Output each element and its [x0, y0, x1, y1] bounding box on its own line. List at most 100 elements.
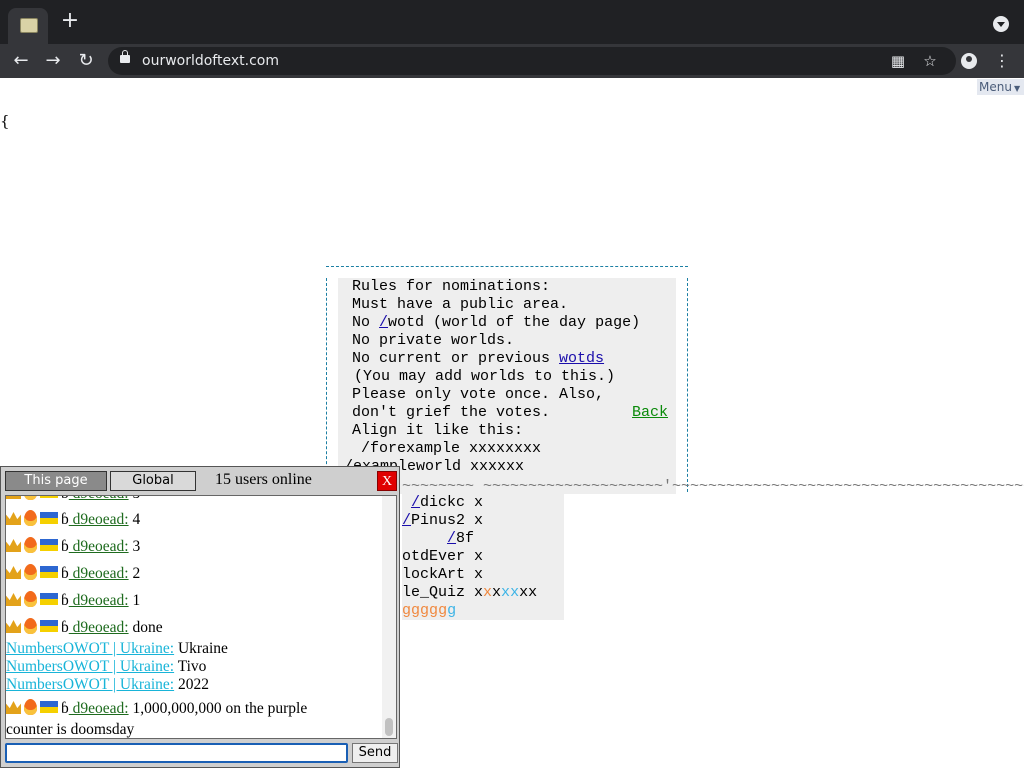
chat-text: Ukraine	[174, 640, 228, 657]
close-chat-button[interactable]: X	[377, 471, 397, 491]
scrollbar-thumb[interactable]	[385, 718, 393, 736]
board-top-border	[326, 266, 688, 268]
fire-icon	[24, 564, 37, 580]
entry-text: Pinus2 x	[411, 512, 484, 529]
chat-scrollbar[interactable]	[382, 496, 396, 738]
brace-character: {	[0, 112, 10, 130]
tab-search-icon[interactable]	[993, 16, 1009, 32]
back-arrow-icon[interactable]: ←	[10, 50, 32, 72]
chat-nick[interactable]: d9eoead:	[69, 496, 129, 502]
nick-glyph: ɓ	[61, 700, 69, 717]
chat-nick[interactable]: d9eoead:	[69, 700, 129, 717]
users-online-count: 15 users online	[215, 471, 312, 488]
chat-message: ɓ d9eoead: done	[6, 618, 382, 638]
chat-nick[interactable]: d9eoead:	[69, 619, 129, 636]
back-link[interactable]: Back	[632, 404, 668, 422]
rule-wotd-text: wotd (world of the day page)	[388, 314, 641, 331]
entry-text: le_Quiz x	[402, 584, 484, 601]
colored-x: x	[528, 584, 538, 601]
colored-g: g	[429, 602, 439, 619]
url-text[interactable]: ourworldoftext.com	[142, 53, 279, 69]
favicon-icon	[20, 18, 38, 33]
chat-text: 3	[128, 538, 141, 555]
profile-icon[interactable]	[961, 53, 977, 69]
entry-slash-link[interactable]: /	[411, 494, 420, 511]
ukraine-flag-icon	[40, 539, 58, 551]
chat-log[interactable]: counter is doomsday ɓ d9eoead: 1,000,000,…	[5, 495, 397, 739]
entry-slash-link[interactable]: /	[447, 530, 456, 547]
entry-slash-link[interactable]: /	[402, 512, 411, 529]
new-tab-button[interactable]: +	[58, 10, 82, 34]
chat-nick[interactable]: d9eoead:	[69, 538, 129, 555]
crown-icon	[6, 566, 21, 579]
chat-message: NumbersOWOT | Ukraine: Tivo	[6, 657, 382, 677]
crown-icon	[6, 539, 21, 552]
rule-vote-once: Please only vote once. Also,	[352, 386, 605, 403]
entry-pinus2: /Pinus2 x	[402, 512, 483, 530]
crown-icon	[6, 512, 21, 525]
star-icon[interactable]: ☆	[920, 51, 940, 71]
fire-icon	[24, 699, 37, 715]
nick-glyph: ɓ	[61, 538, 69, 555]
colored-x: x	[519, 584, 529, 601]
entry-lockart: lockArt x	[402, 566, 484, 583]
chat-input[interactable]	[5, 743, 348, 763]
crown-icon	[6, 496, 21, 499]
crown-icon	[6, 701, 21, 714]
wotd-link[interactable]: /	[379, 314, 388, 331]
rules-heading: Rules for nominations:	[352, 278, 551, 295]
example-line-1: /forexample xxxxxxxx	[352, 440, 542, 457]
fire-icon	[24, 510, 37, 526]
nick-glyph: ɓ	[61, 565, 69, 582]
colored-x: x	[510, 584, 520, 601]
chat-message: ɓ d9eoead: 3	[6, 537, 382, 557]
chat-nick[interactable]: d9eoead:	[69, 565, 129, 582]
nominations-board: Rules for nominations: Must have a publi…	[324, 260, 690, 494]
entry-8f: /8f	[402, 530, 474, 548]
menu-button[interactable]: Menu ▼	[977, 79, 1024, 95]
tab-strip: +	[0, 0, 1024, 44]
chat-nick[interactable]: d9eoead:	[69, 511, 129, 528]
chat-text: Tivo	[174, 658, 207, 675]
chat-message: ɓ d9eoead: 1	[6, 591, 382, 611]
rule-previous: No current or previous wotds	[352, 350, 604, 368]
rule-public-area: Must have a public area.	[352, 296, 569, 313]
fire-icon	[24, 496, 37, 500]
chat-nick[interactable]: d9eoead:	[69, 592, 129, 609]
entry-dickc: /dickc x	[402, 494, 483, 512]
qr-code-icon[interactable]: ▦	[888, 51, 908, 71]
chat-message: NumbersOWOT | Ukraine: Ukraine	[6, 639, 382, 659]
rule-no-wotd: No /wotd (world of the day page)	[352, 314, 640, 332]
chat-nick-link[interactable]: NumbersOWOT | Ukraine:	[6, 676, 174, 693]
address-bar[interactable]: ourworldoftext.com ▦ ☆	[108, 47, 956, 75]
kebab-menu-icon[interactable]: ⋮	[991, 50, 1013, 72]
send-button[interactable]: Send	[352, 743, 398, 763]
chat-window: This page Global 15 users online X count…	[0, 466, 400, 768]
entry-otdever: otdEver x	[402, 548, 484, 565]
rule-align: Align it like this:	[352, 422, 524, 439]
colored-g-row: gggggg	[402, 602, 456, 620]
wotds-link[interactable]: wotds	[559, 350, 604, 367]
ukraine-flag-icon	[40, 593, 58, 605]
tab-global[interactable]: Global	[110, 471, 196, 491]
ukraine-flag-icon	[40, 701, 58, 713]
colored-g: g	[438, 602, 448, 619]
chat-text: done	[128, 619, 163, 636]
reload-icon[interactable]: ↻	[75, 50, 97, 72]
colored-g: g	[411, 602, 421, 619]
chat-message: ɓ d9eoead: 1,000,000,000 on the purple	[6, 699, 382, 719]
ukraine-flag-icon	[40, 566, 58, 578]
lock-icon[interactable]	[120, 50, 130, 63]
entry-text: 8f	[456, 530, 475, 547]
chat-nick-link[interactable]: NumbersOWOT | Ukraine:	[6, 658, 174, 675]
browser-toolbar: ← → ↻ ourworldoftext.com ▦ ☆ ⋮	[0, 44, 1024, 78]
forward-arrow-icon[interactable]: →	[42, 50, 64, 72]
nick-glyph: ɓ	[61, 511, 69, 528]
board-left-border	[326, 278, 328, 474]
tab-this-page[interactable]: This page	[5, 471, 107, 491]
ukraine-flag-icon	[40, 512, 58, 524]
browser-tab[interactable]	[8, 8, 48, 44]
colored-g: g	[420, 602, 430, 619]
crown-icon	[6, 593, 21, 606]
chat-nick-link[interactable]: NumbersOWOT | Ukraine:	[6, 640, 174, 657]
